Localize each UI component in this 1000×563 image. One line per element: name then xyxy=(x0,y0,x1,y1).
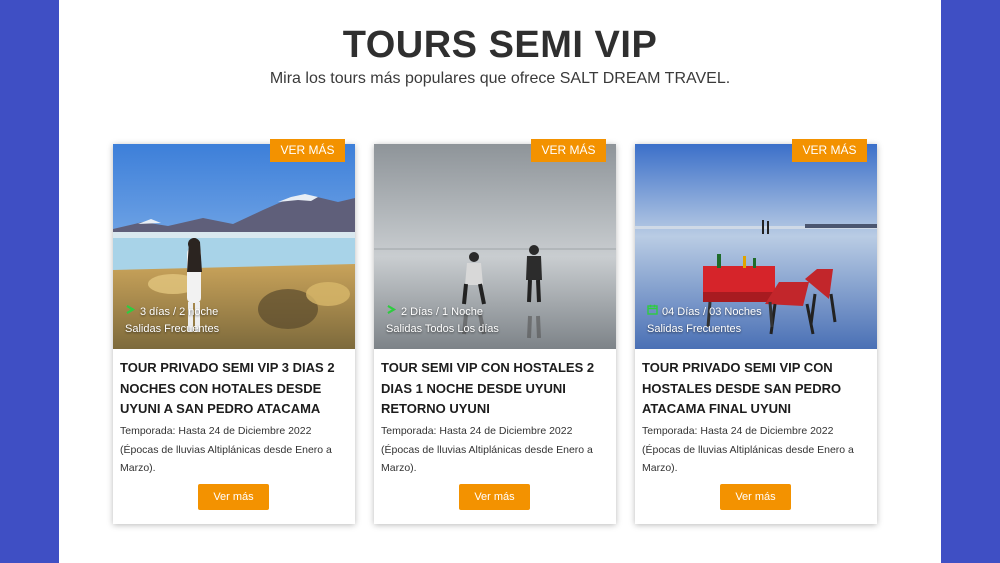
page-content: TOURS SEMI VIP Mira los tours más popula… xyxy=(59,0,941,563)
tour-meta: 2 Días / 1 Noche Salidas Todos Los días xyxy=(386,304,504,337)
tour-card: 04 Días / 03 Noches Salidas Frecuentes V… xyxy=(635,139,877,524)
arrow-icon xyxy=(126,305,235,318)
ver-mas-tag[interactable]: VER MÁS xyxy=(270,139,345,162)
tour-duration: 3 días / 2 noche xyxy=(140,306,219,318)
tour-season: Temporada: Hasta 24 de Diciembre 2022 (É… xyxy=(642,425,854,474)
tour-season: Temporada: Hasta 24 de Diciembre 2022 (É… xyxy=(120,425,332,474)
tour-image-lagoon: 3 días / 2 noche Salidas Frecuentes xyxy=(113,144,355,349)
page-title: TOURS SEMI VIP xyxy=(342,24,658,66)
tour-title[interactable]: TOUR SEMI VIP CON HOSTALES 2 DIAS 1 NOCH… xyxy=(381,358,613,420)
tour-card: 3 días / 2 noche Salidas Frecuentes VER … xyxy=(113,139,355,524)
tour-duration: 04 Días / 03 Noches xyxy=(662,306,762,318)
ver-mas-button[interactable]: Ver más xyxy=(720,484,791,510)
tour-meta: 04 Días / 03 Noches Salidas Frecuentes xyxy=(647,304,762,337)
tour-title[interactable]: TOUR PRIVADO SEMI VIP CON HOSTALES DESDE… xyxy=(642,358,874,420)
ver-mas-button[interactable]: Ver más xyxy=(198,484,269,510)
tour-title[interactable]: TOUR PRIVADO SEMI VIP 3 DIAS 2 NOCHES CO… xyxy=(120,358,352,420)
tour-departures: Salidas Frecuentes xyxy=(647,323,742,335)
tour-card: 2 Días / 1 Noche Salidas Todos Los días … xyxy=(374,139,616,524)
tour-image-salt-flat: 2 Días / 1 Noche Salidas Todos Los días xyxy=(374,144,616,349)
tour-season: Temporada: Hasta 24 de Diciembre 2022 (É… xyxy=(381,425,593,474)
tour-image-dinner-salt-flat: 04 Días / 03 Noches Salidas Frecuentes xyxy=(635,144,877,349)
arrow-icon xyxy=(387,305,500,318)
tour-departures: Salidas Frecuentes xyxy=(125,323,220,335)
tour-meta: 3 días / 2 noche Salidas Frecuentes xyxy=(125,304,239,337)
ver-mas-button[interactable]: Ver más xyxy=(459,484,530,510)
ver-mas-tag[interactable]: VER MÁS xyxy=(792,139,867,162)
calendar-icon xyxy=(647,304,658,318)
tour-duration: 2 Días / 1 Noche xyxy=(401,306,483,318)
page-subtitle: Mira los tours más populares que ofrece … xyxy=(269,70,731,87)
tour-departures: Salidas Todos Los días xyxy=(386,323,499,335)
ver-mas-tag[interactable]: VER MÁS xyxy=(531,139,606,162)
